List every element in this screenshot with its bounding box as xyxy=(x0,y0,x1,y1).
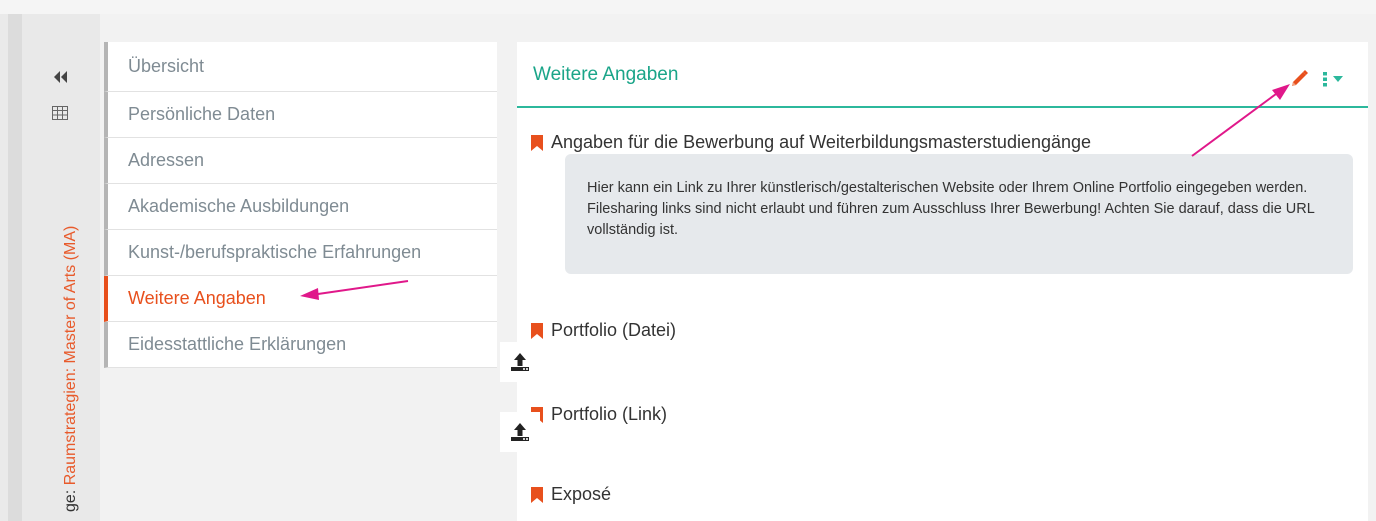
top-strip xyxy=(0,0,1376,14)
nav-item-uebersicht[interactable]: Übersicht xyxy=(104,42,497,92)
section-title: Portfolio (Datei) xyxy=(551,320,677,340)
table-grid-icon[interactable] xyxy=(52,106,68,120)
section-weiterbildung: Angaben für die Bewerbung auf Weiterbild… xyxy=(531,132,1091,153)
double-chevron-left-icon xyxy=(54,71,67,83)
collapsed-sidebar xyxy=(22,14,100,521)
page-title: Weitere Angaben xyxy=(533,64,679,85)
upload-link-button[interactable] xyxy=(500,412,540,452)
bookmark-icon xyxy=(531,322,543,339)
bookmark-icon xyxy=(531,486,543,503)
upload-icon xyxy=(511,423,529,441)
bookmark-icon xyxy=(531,134,543,151)
program-vertical-label: ge: Raumstrategien: Master of Arts (MA) xyxy=(62,226,80,512)
left-rail xyxy=(8,14,22,521)
section-title: Angaben für die Bewerbung auf Weiterbild… xyxy=(551,132,1092,152)
panel-header: Weitere Angaben xyxy=(517,42,1368,108)
section-expose: Exposé xyxy=(531,484,611,505)
section-menu-button[interactable] xyxy=(1322,68,1356,90)
program-label-prefix: ge: xyxy=(62,489,79,512)
nav-item-persoenliche-daten[interactable]: Persönliche Daten xyxy=(104,92,497,138)
upload-file-button[interactable] xyxy=(500,342,540,382)
program-label-value: Raumstrategien: Master of Arts (MA) xyxy=(62,225,79,486)
vertical-dots-menu-icon xyxy=(1323,72,1327,87)
main-panel: Weitere Angaben Angaben für die Bewerbun… xyxy=(517,42,1368,521)
section-portfolio-datei: Portfolio (Datei) xyxy=(531,320,676,341)
nav-item-berufspraktische-erfahrungen[interactable]: Kunst-/berufspraktische Erfahrungen xyxy=(104,230,497,276)
outer-edge xyxy=(0,14,8,521)
nav-item-weitere-angaben[interactable]: Weitere Angaben xyxy=(104,276,497,322)
section-portfolio-link: Portfolio (Link) xyxy=(531,404,667,425)
nav-item-akademische-ausbildungen[interactable]: Akademische Ausbildungen xyxy=(104,184,497,230)
section-navigation: Übersicht Persönliche Daten Adressen Aka… xyxy=(104,42,497,368)
upload-icon xyxy=(511,353,529,371)
nav-item-adressen[interactable]: Adressen xyxy=(104,138,497,184)
info-box: Hier kann ein Link zu Ihrer künstlerisch… xyxy=(565,154,1353,274)
pencil-icon[interactable] xyxy=(1288,68,1310,90)
caret-down-icon xyxy=(1333,76,1343,82)
section-title: Portfolio (Link) xyxy=(551,404,668,424)
section-title: Exposé xyxy=(551,484,612,504)
collapse-sidebar-button[interactable] xyxy=(50,66,70,88)
nav-item-eidesstattliche-erklaerungen[interactable]: Eidesstattliche Erklärungen xyxy=(104,322,497,368)
